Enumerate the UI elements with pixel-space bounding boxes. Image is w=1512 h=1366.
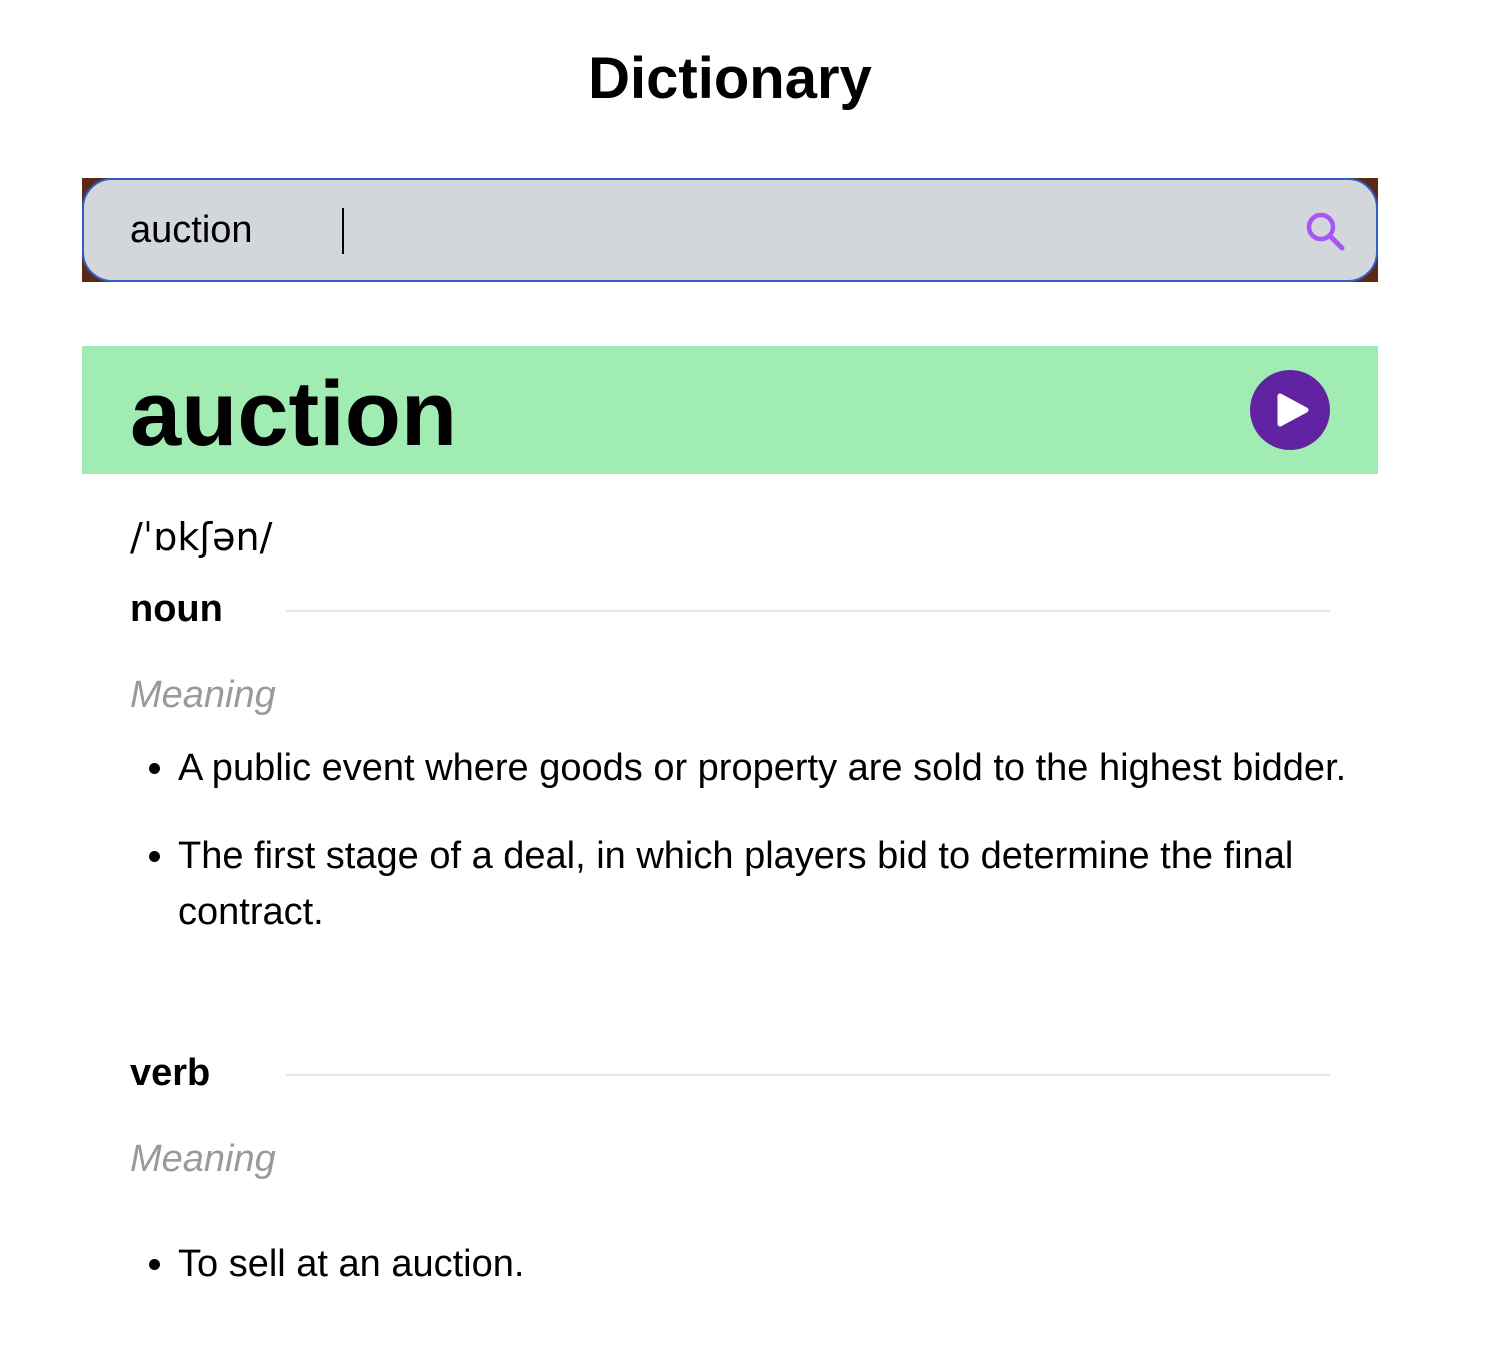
part-of-speech-label: verb: [130, 1052, 211, 1094]
dictionary-page: Dictionary auction /ˈɒkʃən/ noun Meaning: [0, 0, 1512, 1366]
part-of-speech-noun: noun: [130, 584, 1330, 634]
meaning-label: Meaning: [130, 674, 276, 716]
meaning-label: Meaning: [130, 1138, 276, 1180]
headword: auction: [130, 363, 458, 465]
search-icon[interactable]: [1304, 210, 1346, 252]
play-audio-button[interactable]: [1250, 370, 1330, 450]
definition-item: To sell at an auction.: [178, 1236, 1398, 1292]
part-of-speech-label: noun: [130, 588, 223, 630]
definition-list-verb: To sell at an auction.: [130, 1236, 1398, 1324]
search-input[interactable]: [130, 202, 1280, 258]
part-of-speech-verb: verb: [130, 1048, 1330, 1098]
divider: [286, 1074, 1330, 1076]
definition-list-noun: A public event where goods or property a…: [130, 740, 1398, 972]
search-box[interactable]: [82, 178, 1378, 282]
phonetic-text: /ˈɒkʃən/: [130, 515, 273, 559]
play-icon: [1277, 393, 1309, 427]
definition-item: The first stage of a deal, in which play…: [178, 828, 1398, 940]
text-caret: [342, 208, 344, 254]
headword-banner: auction: [82, 346, 1378, 474]
page-title: Dictionary: [588, 46, 872, 111]
divider: [286, 610, 1330, 612]
search-bar: [82, 178, 1378, 282]
definition-item: A public event where goods or property a…: [178, 740, 1398, 796]
